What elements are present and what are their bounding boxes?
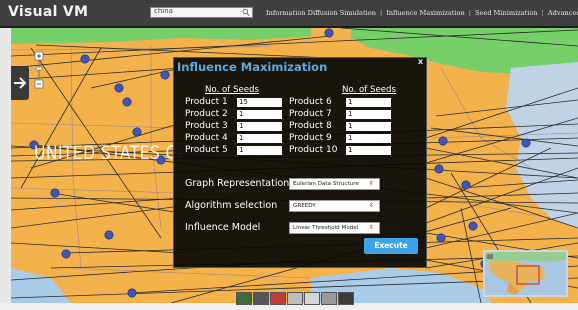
- influence-model-select[interactable]: Linear Threshold Model ⇳: [289, 222, 380, 234]
- top-bar: Visual VM china Information Diffusion Si…: [0, 0, 578, 28]
- product-label: Product 4: [185, 133, 228, 143]
- search-value: china: [154, 7, 173, 15]
- nav-advanced-search[interactable]: Advanced Search: [548, 9, 578, 17]
- expand-panel-button[interactable]: [11, 66, 29, 100]
- seeds-header-right: No. of Seeds: [342, 85, 396, 95]
- product-9-seeds-input[interactable]: 1: [346, 134, 391, 143]
- left-margin: [0, 28, 11, 310]
- dialog-title: Influence Maximization: [177, 60, 328, 74]
- map-tool-button-3[interactable]: [270, 292, 286, 305]
- graph-representation-label: Graph Representation: [185, 178, 290, 189]
- chevron-down-icon: ⇳: [368, 224, 374, 231]
- influence-maximization-dialog: Influence Maximization x No. of Seeds No…: [173, 57, 427, 268]
- product-3-seeds-input[interactable]: 1: [237, 122, 282, 131]
- influence-model-value: Linear Threshold Model: [293, 225, 359, 231]
- minimap-toggle-icon: [487, 254, 493, 259]
- seeds-header-left: No. of Seeds: [205, 85, 259, 95]
- zoom-control[interactable]: [32, 50, 46, 90]
- overview-minimap[interactable]: [483, 250, 568, 297]
- close-icon[interactable]: x: [418, 57, 423, 66]
- algorithm-value: GREEDY: [293, 203, 316, 209]
- nav-separator: |: [379, 9, 383, 17]
- product-6-seeds-input[interactable]: 1: [346, 98, 391, 107]
- map-toolbar: [236, 292, 354, 305]
- map-tool-button-2[interactable]: [253, 292, 269, 305]
- search-icon[interactable]: [242, 8, 250, 17]
- product-label: Product 6: [289, 97, 332, 107]
- nav-separator: |: [541, 9, 544, 17]
- app-window: Visual VM china Information Diffusion Si…: [0, 0, 578, 310]
- app-title: Visual VM: [8, 4, 89, 20]
- search-input[interactable]: china: [150, 7, 253, 18]
- nav-seed-minimization[interactable]: Seed Minimization: [475, 9, 538, 17]
- nav-info-diffusion[interactable]: Information Diffusion Simulation: [266, 9, 376, 17]
- map-tool-button-7[interactable]: [338, 292, 354, 305]
- arrow-right-icon: [14, 77, 27, 89]
- nav-separator: |: [468, 9, 472, 17]
- graph-representation-select[interactable]: Eulerian Data Structure ⇳: [289, 178, 380, 190]
- zoom-slider-handle: [35, 66, 43, 71]
- algorithm-select[interactable]: GREEDY ⇳: [289, 200, 380, 212]
- map-tool-button-4[interactable]: [287, 292, 303, 305]
- product-10-seeds-input[interactable]: 1: [346, 146, 391, 155]
- product-label: Product 7: [289, 109, 332, 119]
- map-country-label: UNITED STATES OF: [34, 142, 188, 164]
- product-5-seeds-input[interactable]: 1: [237, 146, 282, 155]
- top-nav: Information Diffusion Simulation | Influ…: [266, 7, 578, 19]
- graph-representation-value: Eulerian Data Structure: [293, 181, 359, 187]
- nav-influence-maximization[interactable]: Influence Maximization: [386, 9, 465, 17]
- algorithm-selection-label: Algorithm selection: [185, 200, 278, 211]
- product-2-seeds-input[interactable]: 1: [237, 110, 282, 119]
- product-label: Product 1: [185, 97, 228, 107]
- map-tool-button-5[interactable]: [304, 292, 320, 305]
- map-tool-button-6[interactable]: [321, 292, 337, 305]
- product-4-seeds-input[interactable]: 1: [237, 134, 282, 143]
- execute-button[interactable]: Execute: [364, 238, 418, 254]
- product-label: Product 3: [185, 121, 228, 131]
- product-label: Product 5: [185, 145, 228, 155]
- product-label: Product 8: [289, 121, 332, 131]
- chevron-down-icon: ⇳: [368, 180, 374, 187]
- product-label: Product 10: [289, 145, 338, 155]
- product-label: Product 2: [185, 109, 228, 119]
- product-8-seeds-input[interactable]: 1: [346, 122, 391, 131]
- map-tool-button-1[interactable]: [236, 292, 252, 305]
- influence-model-label: Influence Model: [185, 222, 261, 233]
- product-label: Product 9: [289, 133, 332, 143]
- product-1-seeds-input[interactable]: 15: [237, 98, 282, 107]
- product-7-seeds-input[interactable]: 1: [346, 110, 391, 119]
- chevron-down-icon: ⇳: [368, 202, 374, 209]
